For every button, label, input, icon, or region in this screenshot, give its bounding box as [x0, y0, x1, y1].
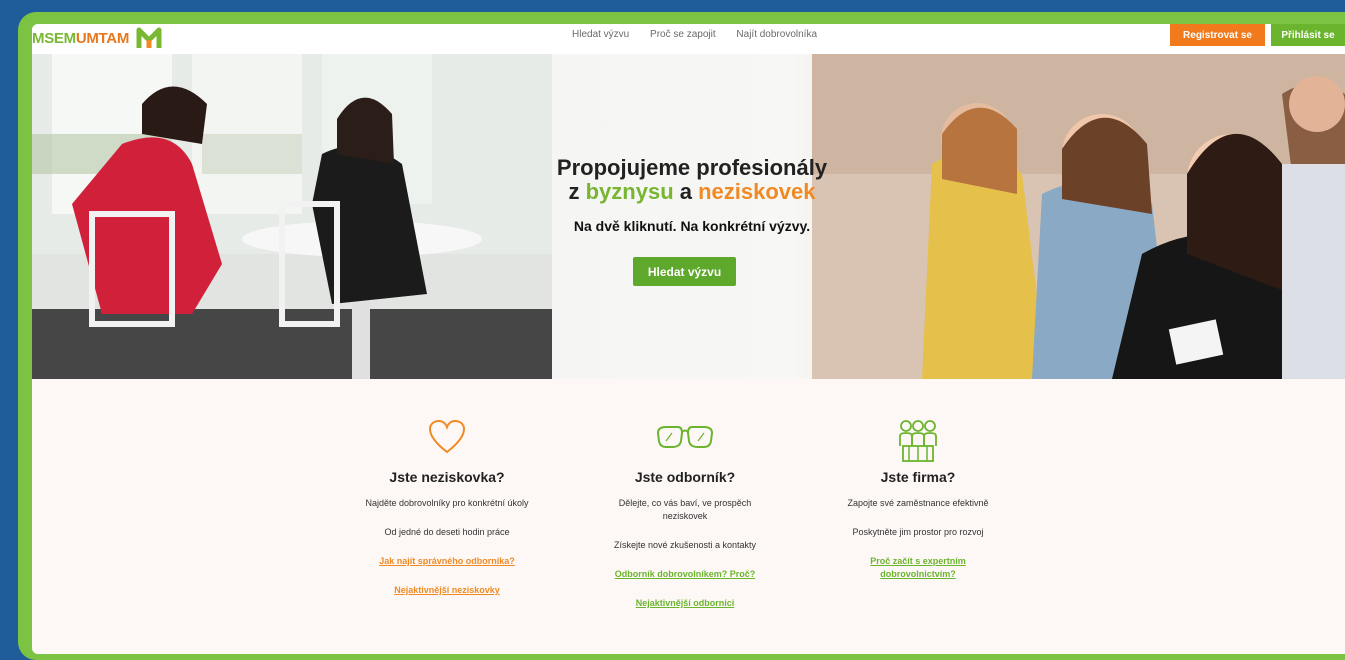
hero-text: Propojujeme profesionály z byznysu a nez… [482, 155, 902, 235]
login-button[interactable]: Přihlásit se [1271, 24, 1345, 46]
hero-banner: Propojujeme profesionály z byznysu a nez… [32, 54, 1345, 379]
top-navigation-bar: MSEMUMTAM Hledat výzvu Proč se zapojit N… [32, 24, 1345, 54]
ngo-title: Jste neziskovka? [389, 469, 505, 485]
expert-link-most-active[interactable]: Nejaktivnější odborníci [570, 597, 800, 610]
nav-hledat-vyzvu[interactable]: Hledat výzvu [572, 29, 629, 40]
nav-proc-se-zapojit[interactable]: Proč se zapojit [650, 29, 716, 40]
hero-headline-line2: z byznysu a neziskovek [482, 180, 902, 204]
company-text-1: Zapojte své zaměstnance efektivně [847, 498, 989, 508]
logo-part-2: UMTAM [75, 30, 130, 47]
company-title: Jste firma? [880, 469, 956, 485]
headline-neziskovek: neziskovek [698, 179, 816, 204]
hero-search-challenge-button[interactable]: Hledat výzvu [633, 257, 736, 286]
expert-link-why[interactable]: Odborník dobrovolníkem? Proč? [570, 568, 800, 581]
team-icon [899, 420, 937, 462]
expert-text-1: Dělejte, co vás baví, ve prospěch nezisk… [618, 498, 752, 521]
headline-a: a [673, 179, 699, 204]
column-ngo: Jste neziskovka? Najděte dobrovolníky pr… [332, 419, 562, 597]
logo-mark-icon [136, 27, 162, 48]
expert-title: Jste odborník? [634, 469, 736, 485]
nav-najit-dobrovolnika[interactable]: Najít dobrovolníka [736, 29, 817, 40]
hero-subheadline: Na dvě kliknutí. Na konkrétní výzvy. [573, 218, 811, 234]
logo[interactable]: MSEMUMTAM [32, 30, 129, 47]
main-nav: Hledat výzvu Proč se zapojit Najít dobro… [572, 29, 835, 40]
expert-text-2: Získejte nové zkušenosti a kontakty [613, 540, 757, 550]
logo-part-1: MSEM [32, 30, 76, 47]
ngo-link-most-active[interactable]: Nejaktivnější neziskovky [332, 584, 562, 597]
company-text-2: Poskytněte jim prostor pro rozvoj [852, 527, 984, 537]
column-company: Jste firma? Zapojte své zaměstnance efek… [803, 419, 1033, 581]
ngo-text-2: Od jedné do deseti hodin práce [384, 527, 510, 537]
register-button[interactable]: Registrovat se [1170, 24, 1265, 46]
hero-photo-left [32, 54, 552, 379]
ngo-text-1: Najděte dobrovolníky pro konkrétní úkoly [365, 498, 529, 508]
page: MSEMUMTAM Hledat výzvu Proč se zapojit N… [32, 24, 1345, 654]
ngo-link-find-expert[interactable]: Jak najít správného odborníka? [332, 555, 562, 568]
company-link-why-start[interactable]: Proč začít s expertním dobrovolnictvím? [803, 555, 1033, 581]
glasses-icon [656, 426, 714, 448]
hero-headline-line1: Propojujeme profesionály [556, 155, 828, 180]
column-expert: Jste odborník? Dělejte, co vás baví, ve … [570, 419, 800, 610]
headline-byznysu: byznysu [585, 179, 674, 204]
heart-icon [428, 419, 466, 454]
headline-z: z [568, 179, 586, 204]
